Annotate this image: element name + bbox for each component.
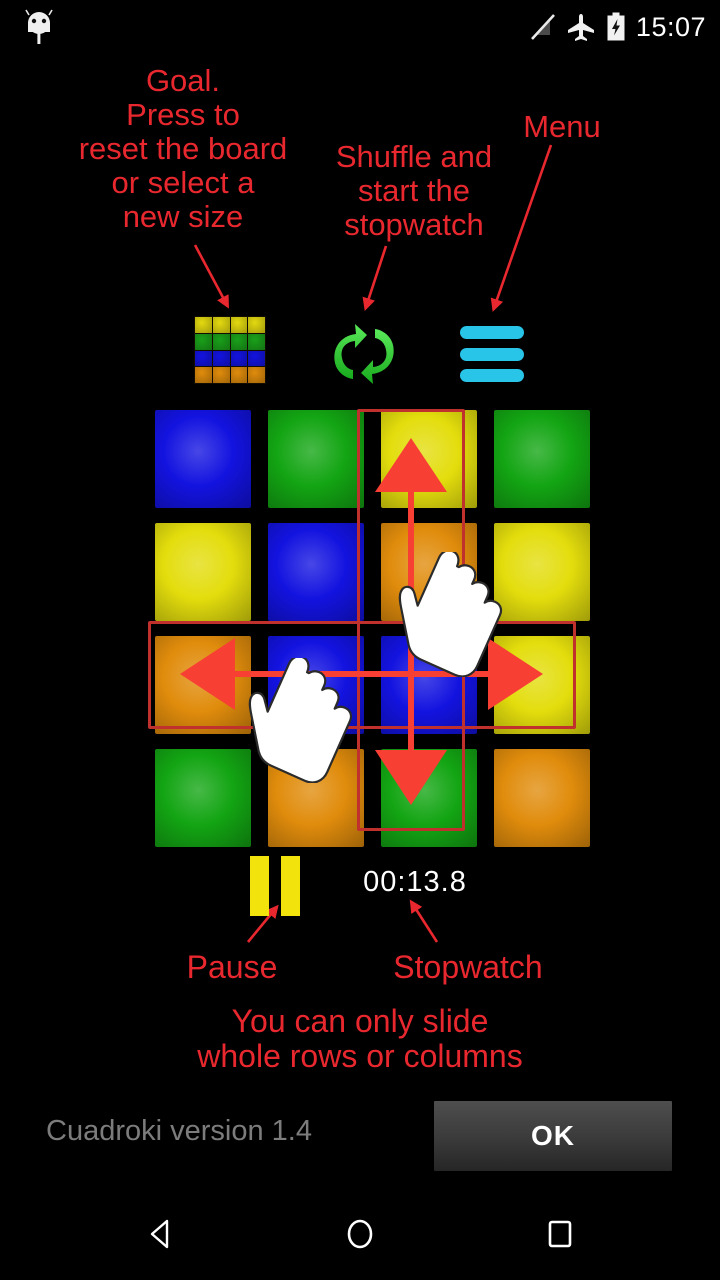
- goal-grid-icon[interactable]: [194, 316, 266, 384]
- board-tile[interactable]: [155, 410, 251, 508]
- goal-cell: [230, 350, 248, 367]
- goal-cell: [230, 317, 248, 333]
- board-tile[interactable]: [155, 749, 251, 847]
- menu-bar-1: [460, 326, 524, 339]
- goal-cell: [212, 333, 230, 350]
- pause-bar-right: [281, 856, 300, 916]
- board-tile[interactable]: [155, 523, 251, 621]
- annotation-rule-text: You can only slide whole rows or columns: [197, 1003, 523, 1074]
- board-tile[interactable]: [494, 410, 590, 508]
- stopwatch-display: 00:13.8: [363, 866, 467, 898]
- goal-cell: [212, 350, 230, 367]
- goal-cell: [248, 317, 265, 333]
- board-tile[interactable]: [268, 410, 364, 508]
- goal-cell: [230, 367, 248, 383]
- navigation-bar: [0, 1184, 720, 1280]
- board-tile[interactable]: [268, 523, 364, 621]
- goal-cell: [248, 350, 265, 367]
- goal-cell: [248, 367, 265, 383]
- pause-icon[interactable]: [250, 856, 304, 916]
- hand-cursor-column: [398, 552, 503, 677]
- ok-button[interactable]: OK: [434, 1101, 672, 1171]
- goal-cell: [195, 350, 212, 367]
- goal-cell: [195, 317, 212, 333]
- menu-bar-3: [460, 369, 524, 382]
- menu-bar-2: [460, 347, 524, 361]
- goal-cell: [230, 333, 248, 350]
- annotation-arrows-bottom: [246, 899, 439, 943]
- hand-cursor-row: [248, 658, 353, 783]
- version-label: Cuadroki version 1.4: [46, 1115, 312, 1147]
- shuffle-icon[interactable]: [325, 320, 403, 388]
- recents-icon[interactable]: [536, 1210, 584, 1258]
- pause-bar-left: [250, 856, 269, 916]
- goal-cell: [195, 367, 212, 383]
- goal-cell: [212, 367, 230, 383]
- goal-cell: [212, 317, 230, 333]
- app-screen: 15:07 Goal. Press to reset the board or …: [0, 0, 720, 1280]
- back-icon[interactable]: [136, 1210, 184, 1258]
- board-tile[interactable]: [494, 749, 590, 847]
- home-icon[interactable]: [336, 1210, 384, 1258]
- menu-hamburger-icon[interactable]: [460, 322, 524, 386]
- goal-cell: [195, 333, 212, 350]
- goal-cell: [248, 333, 265, 350]
